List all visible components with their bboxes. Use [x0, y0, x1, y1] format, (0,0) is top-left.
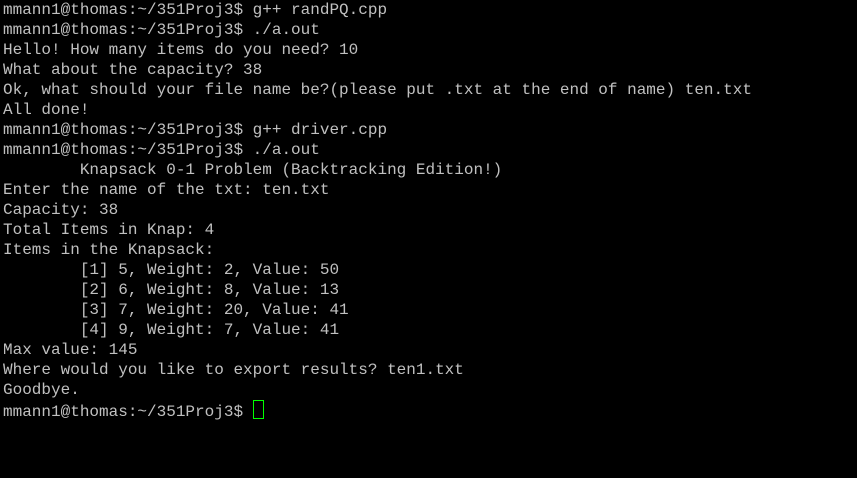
terminal-line: What about the capacity? 38	[3, 61, 263, 79]
shell-prompt: mmann1@thomas:~/351Proj3$	[3, 403, 253, 421]
terminal-line: Total Items in Knap: 4	[3, 221, 215, 239]
terminal-line: mmann1@thomas:~/351Proj3$ ./a.out	[3, 21, 320, 39]
terminal-line: Hello! How many items do you need? 10	[3, 41, 359, 59]
terminal-line: Knapsack 0-1 Problem (Backtracking Editi…	[3, 161, 503, 179]
terminal-line: Goodbye.	[3, 381, 80, 399]
terminal-prompt-line[interactable]: mmann1@thomas:~/351Proj3$	[0, 400, 857, 421]
terminal-line: [1] 5, Weight: 2, Value: 50	[3, 261, 340, 279]
terminal-line: Enter the name of the txt: ten.txt	[3, 181, 330, 199]
terminal-line: Items in the Knapsack:	[3, 241, 215, 259]
terminal-line: mmann1@thomas:~/351Proj3$ g++ driver.cpp	[3, 121, 388, 139]
terminal-window[interactable]: mmann1@thomas:~/351Proj3$ g++ randPQ.cpp…	[0, 0, 857, 478]
terminal-line: [3] 7, Weight: 20, Value: 41	[3, 301, 349, 319]
terminal-line: Max value: 145	[3, 341, 138, 359]
terminal-line: Where would you like to export results? …	[3, 361, 464, 379]
terminal-line: [2] 6, Weight: 8, Value: 13	[3, 281, 340, 299]
text-cursor[interactable]	[252, 400, 264, 419]
terminal-line: All done!	[3, 101, 90, 119]
terminal-line: mmann1@thomas:~/351Proj3$ ./a.out	[3, 141, 320, 159]
terminal-line: Capacity: 38	[3, 201, 119, 219]
terminal-line: mmann1@thomas:~/351Proj3$ g++ randPQ.cpp	[3, 1, 388, 19]
terminal-line: [4] 9, Weight: 7, Value: 41	[3, 321, 340, 339]
terminal-line: Ok, what should your file name be?(pleas…	[3, 81, 752, 99]
